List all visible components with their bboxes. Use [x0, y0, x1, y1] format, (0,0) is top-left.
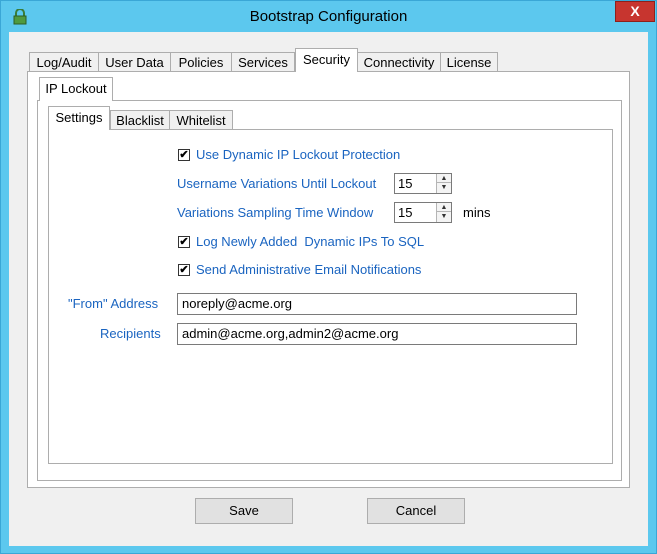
tab-log-audit[interactable]: Log/Audit: [29, 52, 99, 72]
spin-up-icon[interactable]: ▲: [436, 174, 451, 183]
username-variations-stepper[interactable]: 15 ▲ ▼: [394, 173, 452, 194]
save-button[interactable]: Save: [195, 498, 293, 524]
username-variations-label: Username Variations Until Lockout: [177, 176, 377, 191]
from-address-input[interactable]: noreply@acme.org: [177, 293, 577, 315]
tab-blacklist[interactable]: Blacklist: [110, 110, 170, 130]
tab-security[interactable]: Security: [295, 48, 358, 72]
username-variations-value: 15: [398, 176, 413, 191]
settings-panel: ✔ Use Dynamic IP Lockout Protection User…: [48, 129, 613, 464]
cancel-button[interactable]: Cancel: [367, 498, 465, 524]
use-dynamic-checkbox[interactable]: ✔: [178, 149, 190, 161]
spin-up-icon[interactable]: ▲: [436, 203, 451, 212]
tab-connectivity[interactable]: Connectivity: [357, 52, 441, 72]
security-tab-panel: IP Lockout Settings Blacklist Whitelist …: [27, 71, 630, 488]
from-address-label: "From" Address: [68, 296, 159, 311]
tab-user-data[interactable]: User Data: [98, 52, 171, 72]
sampling-window-stepper[interactable]: 15 ▲ ▼: [394, 202, 452, 223]
tab-services[interactable]: Services: [231, 52, 295, 72]
tab-settings[interactable]: Settings: [48, 106, 110, 130]
spin-down-icon[interactable]: ▼: [436, 183, 451, 193]
window: Bootstrap Configuration X Log/Audit User…: [0, 0, 657, 554]
close-button[interactable]: X: [615, 1, 655, 22]
log-sql-label: Log Newly Added Dynamic IPs To SQL: [196, 234, 425, 249]
window-title: Bootstrap Configuration: [249, 8, 408, 25]
client-area: Log/Audit User Data Policies Services Se…: [9, 32, 648, 546]
sampling-window-unit: mins: [463, 205, 491, 220]
tab-whitelist[interactable]: Whitelist: [169, 110, 233, 130]
email-notify-checkbox[interactable]: ✔: [178, 264, 190, 276]
log-sql-checkbox[interactable]: ✔: [178, 236, 190, 248]
recipients-label: Recipients: [100, 326, 161, 341]
sampling-window-label: Variations Sampling Time Window: [177, 205, 374, 220]
tab-license[interactable]: License: [440, 52, 498, 72]
email-notify-label: Send Administrative Email Notifications: [196, 262, 422, 277]
tab-ip-lockout[interactable]: IP Lockout: [39, 77, 113, 101]
tab-policies[interactable]: Policies: [170, 52, 232, 72]
title-bar[interactable]: Bootstrap Configuration X: [1, 1, 656, 32]
ip-lockout-panel: Settings Blacklist Whitelist ✔ Use Dynam…: [37, 100, 622, 481]
use-dynamic-label: Use Dynamic IP Lockout Protection: [196, 147, 401, 162]
spin-down-icon[interactable]: ▼: [436, 212, 451, 222]
recipients-input[interactable]: admin@acme.org,admin2@acme.org: [177, 323, 577, 345]
sampling-window-value: 15: [398, 205, 413, 220]
